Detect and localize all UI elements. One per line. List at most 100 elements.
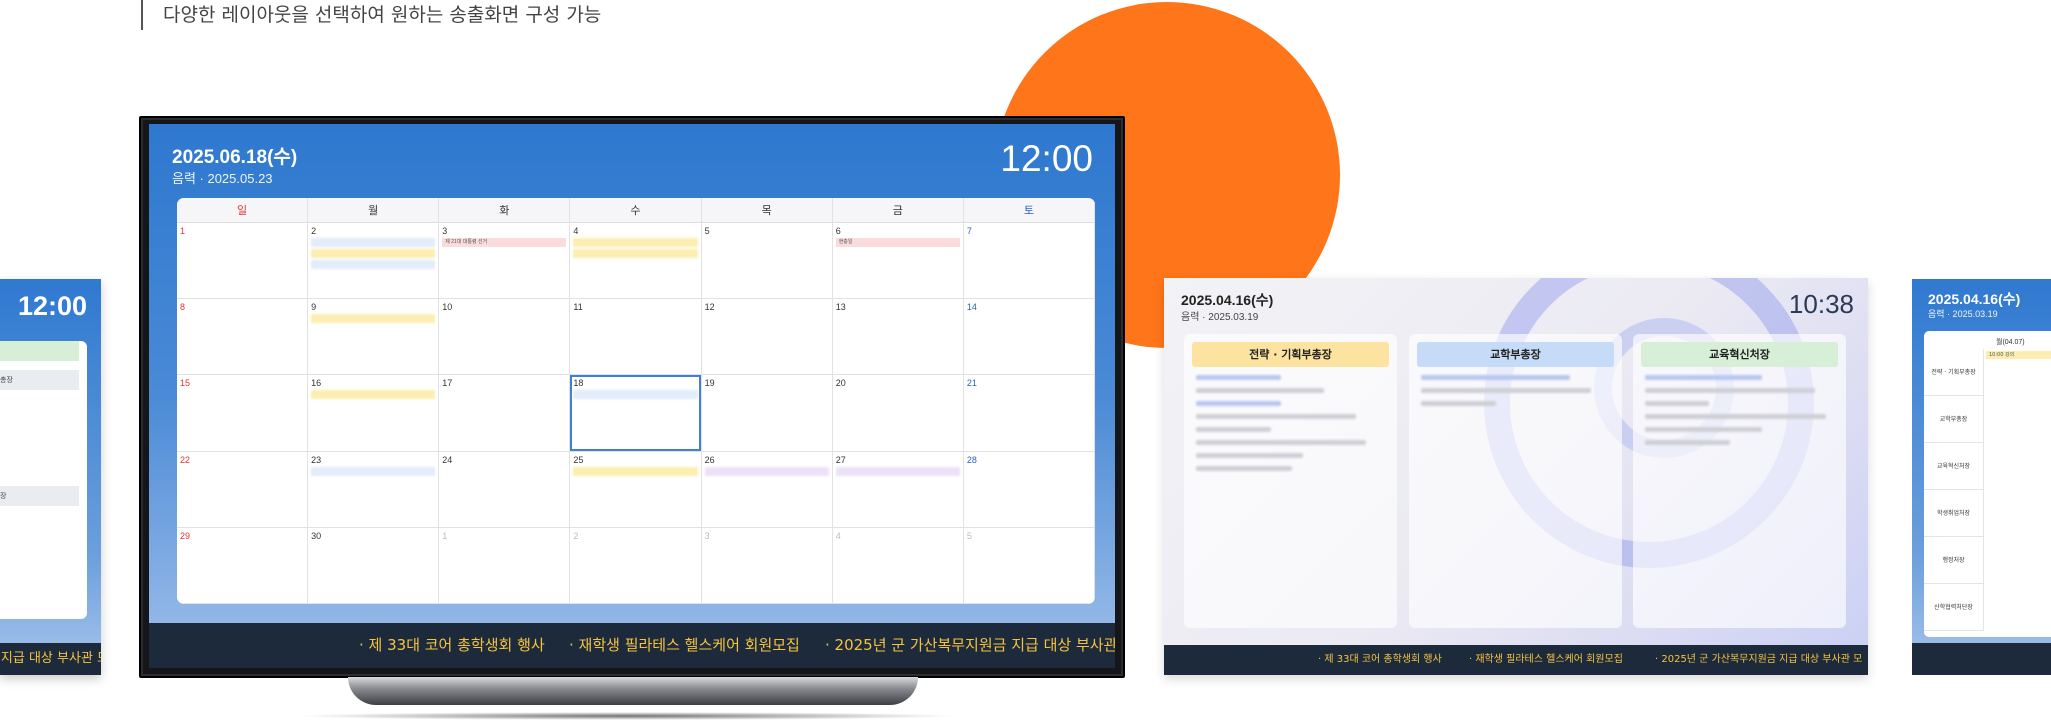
calendar-day[interactable]: 23 event — [308, 451, 440, 528]
right-display-preview: 2025.04.16(수) 음력 · 2025.03.19 10:38 전략 ·… — [1164, 278, 1868, 675]
far-display-row: 교육혁신처장 — [1924, 443, 1984, 490]
left-display-row: 총장 — [0, 370, 79, 390]
calendar-event[interactable]: event — [704, 466, 829, 476]
schedule-column: 전략 · 기획부총장 — [1184, 334, 1397, 628]
left-display-row — [0, 341, 79, 361]
calendar-day[interactable]: 7 — [963, 223, 1095, 300]
calendar-day[interactable]: 9 event — [308, 299, 440, 376]
calendar-event[interactable]: event — [311, 390, 436, 400]
tv-date: 2025.06.18(수) — [172, 147, 298, 168]
calendar-day[interactable]: 17 — [439, 375, 571, 452]
left-display-ticker: 금 지급 대상 부사관 모 — [0, 643, 101, 675]
right-display-lunar-date: 음력 · 2025.03.19 — [1181, 312, 1259, 323]
left-display-preview: 12:00 총장 장 금 지급 대상 부사관 모 — [0, 279, 101, 675]
calendar-day[interactable]: 5 — [701, 223, 833, 300]
far-right-display-preview: 2025.04.16(수) 음력 · 2025.03.19 월(04.07) 1… — [1912, 279, 2051, 675]
calendar-day[interactable]: 22 — [177, 451, 309, 528]
calendar-event[interactable]: event — [573, 466, 698, 476]
calendar-day[interactable]: 3 제 21대 대통령 선거 — [439, 223, 571, 300]
tv-news-ticker: · 제 33대 코어 총학생회 행사 · 재학생 필라테스 헬스케어 회원모집 … — [149, 623, 1115, 668]
calendar-day-next-month[interactable]: 4 — [832, 527, 964, 604]
tv-stand — [348, 677, 918, 705]
calendar-event[interactable]: event — [573, 249, 698, 258]
schedule-column-header: 전략 · 기획부총장 — [1192, 342, 1389, 367]
ticker-item: · 제 33대 코어 총학생회 행사 — [359, 636, 545, 654]
calendar-day[interactable]: 25 event — [570, 451, 702, 528]
schedule-line — [1645, 440, 1731, 445]
calendar-event[interactable]: event — [311, 466, 436, 476]
schedule-line — [1196, 453, 1303, 458]
schedule-column-header: 교학부총장 — [1417, 342, 1614, 367]
calendar-day[interactable]: 26 event — [701, 451, 833, 528]
weekday-tue: 화 — [439, 198, 571, 223]
schedule-line — [1645, 375, 1763, 380]
weekday-fri: 금 — [833, 198, 964, 223]
calendar-day[interactable]: 12 — [701, 299, 833, 376]
schedule-column-header: 교육혁신처장 — [1641, 342, 1838, 367]
calendar-day[interactable]: 6 현충일 — [832, 223, 964, 300]
calendar-event[interactable]: event — [835, 466, 960, 476]
left-display-time: 12:00 — [17, 291, 87, 321]
calendar-day[interactable]: 20 — [832, 375, 964, 452]
calendar-day[interactable]: 1 — [177, 223, 309, 300]
calendar-day[interactable]: 14 — [963, 299, 1095, 376]
calendar-day[interactable]: 28 — [963, 451, 1095, 528]
far-display-row: 교학부총장 — [1924, 396, 1984, 443]
schedule-line — [1196, 440, 1367, 445]
calendar-day[interactable]: 10 — [439, 299, 571, 376]
calendar-event[interactable]: 제 21대 대통령 선거 — [442, 238, 567, 247]
calendar-event[interactable]: event — [311, 260, 436, 269]
calendar-day[interactable]: 4 event event — [570, 223, 702, 300]
right-display-date: 2025.04.16(수) — [1181, 292, 1274, 308]
calendar-day-next-month[interactable]: 5 — [963, 527, 1095, 604]
schedule-line — [1196, 427, 1271, 432]
far-display-lunar-date: 음력 · 2025.03.19 — [1928, 309, 1998, 319]
calendar-day[interactable]: 16 event — [308, 375, 440, 452]
calendar-event[interactable]: 현충일 — [835, 238, 960, 247]
calendar-event[interactable]: event — [573, 238, 698, 247]
left-display-row: 장 — [0, 486, 79, 506]
far-display-row: 전략 · 기획부총장 — [1924, 349, 1984, 396]
far-display-event[interactable]: 10:00 강의 — [1986, 351, 2051, 359]
schedule-column: 교육혁신처장 — [1633, 334, 1846, 628]
calendar-day[interactable]: 19 — [701, 375, 833, 452]
calendar-event[interactable]: event — [573, 390, 698, 400]
calendar-day-next-month[interactable]: 1 — [439, 527, 571, 604]
calendar-day-next-month[interactable]: 2 — [570, 527, 702, 604]
calendar-event[interactable]: event — [311, 238, 436, 247]
far-display-date: 2025.04.16(수) — [1928, 291, 2021, 307]
calendar: 일 월 화 수 목 금 토 1 2 event event event 3 제 … — [177, 198, 1095, 604]
ticker-item: · 제 33대 코어 총학생회 행사 — [1318, 654, 1442, 665]
weekday-sun: 일 — [177, 198, 309, 223]
calendar-day[interactable]: 27 event — [832, 451, 964, 528]
calendar-event[interactable]: event — [311, 249, 436, 258]
calendar-day[interactable]: 13 — [832, 299, 964, 376]
far-display-panel: 월(04.07) 10:00 강의 전략 · 기획부총장 교학부총장 교육혁신처… — [1924, 331, 2051, 637]
left-display-panel: 총장 장 — [0, 341, 87, 619]
weekday-sat: 토 — [964, 198, 1095, 223]
tv-stand-shadow — [294, 712, 960, 720]
calendar-day-next-month[interactable]: 3 — [701, 527, 833, 604]
calendar-day[interactable]: 30 — [308, 527, 440, 604]
calendar-day[interactable]: 24 — [439, 451, 571, 528]
ticker-item: · 재학생 필라테스 헬스케어 회원모집 — [1469, 654, 1623, 665]
ticker-item: · 2025년 군 가산복무지원금 지급 대상 부사관 모 — [825, 636, 1115, 654]
tv-screen: 2025.06.18(수) 음력 · 2025.05.23 12:00 일 월 … — [149, 124, 1115, 668]
tv-clock: 12:00 — [1000, 138, 1093, 179]
calendar-day[interactable]: 21 — [963, 375, 1095, 452]
calendar-weekday-header: 일 월 화 수 목 금 토 — [177, 198, 1095, 223]
far-display-day-header: 월(04.07) — [1996, 339, 2025, 346]
schedule-line — [1421, 388, 1592, 393]
calendar-grid: 1 2 event event event 3 제 21대 대통령 선거 4 e… — [177, 223, 1095, 604]
calendar-event[interactable]: event — [311, 314, 436, 324]
calendar-day[interactable]: 11 — [570, 299, 702, 376]
schedule-column: 교학부총장 — [1409, 334, 1622, 628]
calendar-day[interactable]: 29 — [177, 527, 309, 604]
calendar-day[interactable]: 15 — [177, 375, 309, 452]
calendar-day[interactable]: 2 event event event — [308, 223, 440, 300]
schedule-line — [1645, 401, 1709, 406]
calendar-day[interactable]: 8 — [177, 299, 309, 376]
calendar-day-today[interactable]: 18 event — [570, 375, 702, 452]
schedule-line — [1196, 375, 1282, 380]
right-display-ticker: · 제 33대 코어 총학생회 행사 · 재학생 필라테스 헬스케어 회원모집 … — [1164, 645, 1868, 675]
